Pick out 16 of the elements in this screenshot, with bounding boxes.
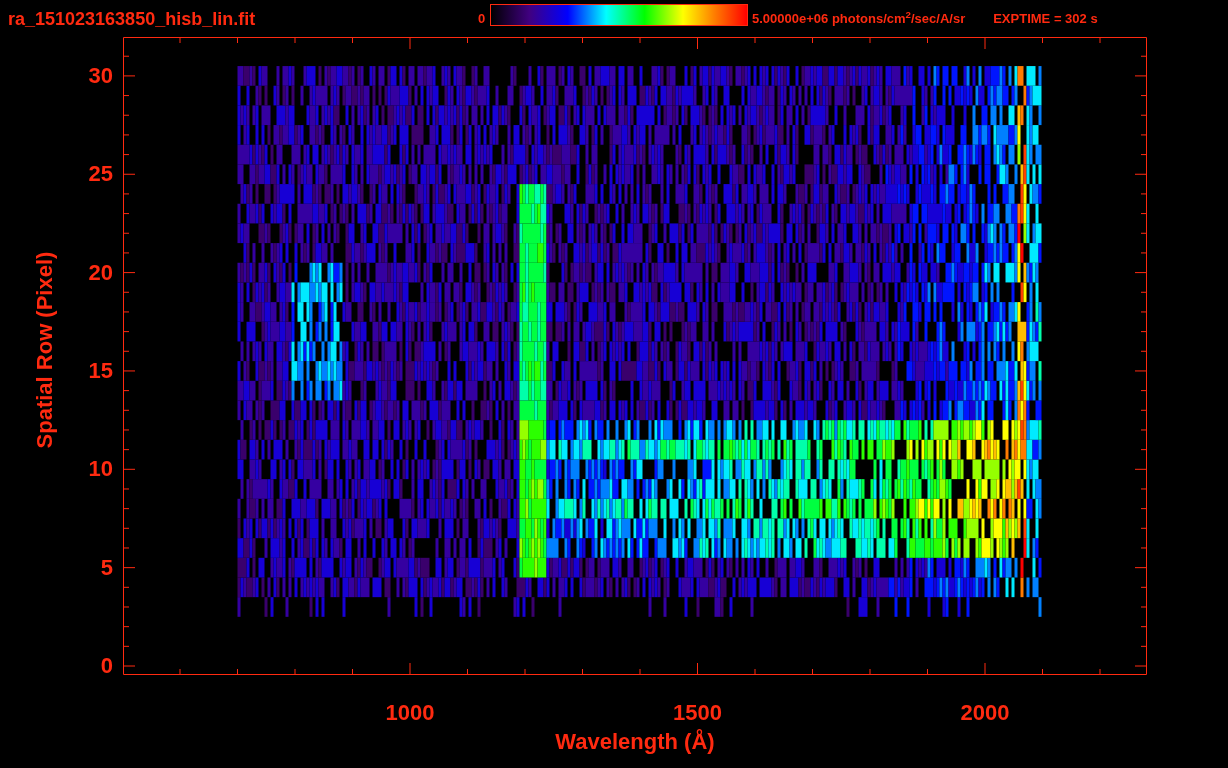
colorbar-max-label: 5.00000e+06 photons/cm$^{2}$/sec/A/sr [752,8,966,28]
y-tick-label: 0 [100,655,113,677]
x-axis-label: Wavelength (Å) [555,731,715,753]
x-tick-label: 2000 [959,702,1011,724]
x-tick-label: 1500 [672,702,723,724]
exposure-time: EXPTIME = 302 s [993,9,1098,28]
y-tick-label: 20 [88,261,113,284]
file-title: ra_151023163850_hisb_lin.fit [8,9,257,28]
y-tick-label: 25 [88,163,113,186]
y-axis-label: Spatial Row (Pixel) [34,250,56,451]
x-tick-label: 1000 [384,702,436,724]
y-tick-label: 10 [88,458,113,481]
y-tick-label: 30 [88,64,113,87]
y-tick-label: 15 [88,359,113,382]
y-tick-label: 5 [100,556,113,579]
colorbar-min-label: 0 [478,9,487,28]
